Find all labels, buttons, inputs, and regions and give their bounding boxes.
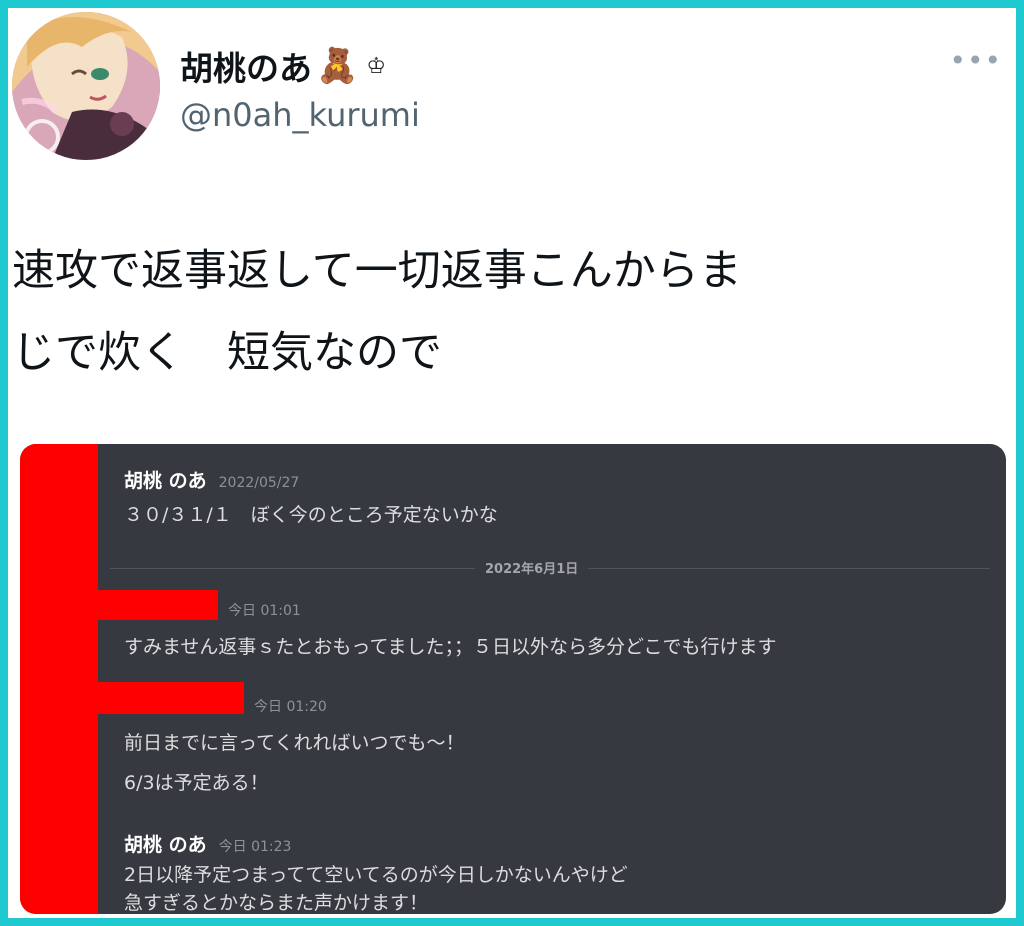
message-author[interactable]: 胡桃 のあ (124, 830, 207, 857)
message-header: 胡桃 のあ 2022/05/27 (124, 466, 299, 493)
display-name-text: 胡桃のあ (180, 49, 312, 88)
tweet-text: 速攻で返事返して一切返事こんからま じで炊く 短気なので (12, 230, 1002, 394)
tweet-card: 胡桃のあ 🧸 ♔ @n0ah_kurumi ••• 速攻で返事返して一切返事こん… (8, 8, 1016, 918)
user-handle[interactable]: @n0ah_kurumi (180, 96, 420, 134)
more-options-icon[interactable]: ••• (949, 44, 1002, 77)
date-divider-label: 2022年6月1日 (475, 558, 589, 577)
message-header: 今日 01:01 (228, 600, 301, 620)
message-timestamp: 今日 01:20 (254, 699, 327, 715)
redaction-bar-vertical (20, 444, 98, 914)
display-name[interactable]: 胡桃のあ 🧸 ♔ (180, 42, 386, 90)
tweet-line-2: じで炊く 短気なので (12, 328, 442, 378)
message-timestamp: 今日 01:01 (228, 603, 301, 619)
avatar-image (12, 12, 160, 160)
message-text: 2日以降予定つまってて空いてるのが今日しかないんやけど (124, 864, 628, 886)
message-header: 胡桃 のあ 今日 01:23 (124, 830, 291, 857)
message-text: 前日までに言ってくれればいつでも〜！ (124, 732, 465, 754)
message-text: 6/3は予定ある！ (124, 772, 269, 794)
message-header: 今日 01:20 (254, 696, 327, 716)
message-text: 急すぎるとかならまた声かけます！ (124, 892, 429, 914)
message-author[interactable]: 胡桃 のあ (124, 466, 207, 493)
message-text: ３０/３１/１ ぼく今のところ予定ないかな (124, 504, 498, 526)
message-timestamp: 今日 01:23 (218, 839, 292, 855)
message-timestamp: 2022/05/27 (218, 475, 300, 491)
avatar[interactable] (12, 12, 160, 160)
redaction-bar-2 (98, 682, 244, 714)
redaction-bar-1 (98, 590, 218, 620)
bear-emoji-icon: 🧸 (316, 46, 359, 86)
tweet-line-1: 速攻で返事返して一切返事こんからま (12, 246, 742, 296)
chat-screenshot: 胡桃 のあ 2022/05/27 ３０/３１/１ ぼく今のところ予定ないかな 2… (20, 444, 1006, 914)
crown-icon: ♔ (366, 53, 387, 79)
message-text: すみません返事ｓたとおもってました；；５日以外なら多分どこでも行けます (124, 636, 777, 658)
